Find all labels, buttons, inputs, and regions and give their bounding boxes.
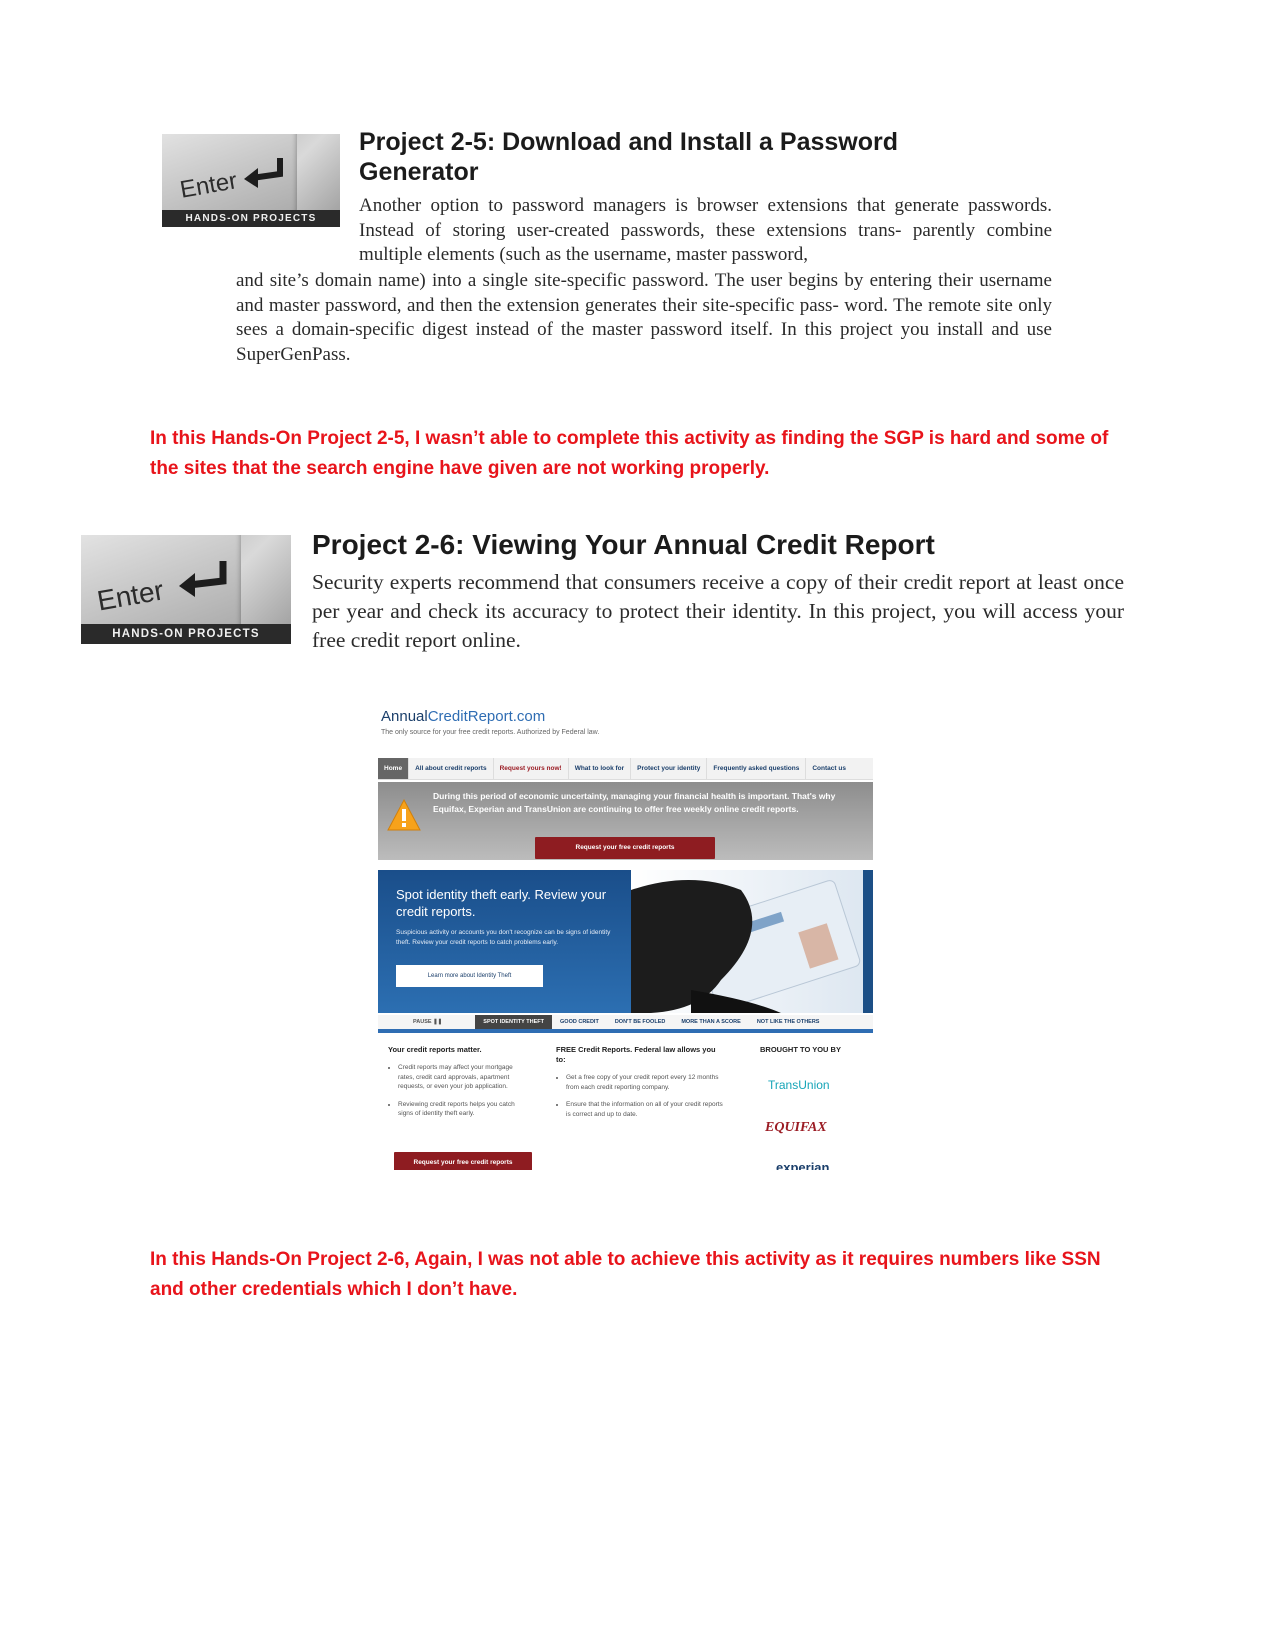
project-2-6-title: Project 2-6: Viewing Your Annual Credit … <box>312 529 935 560</box>
logo-part2: CreditReport.com <box>427 708 546 725</box>
list-item: Ensure that the information on all of yo… <box>566 1100 724 1119</box>
project-2-5-body-full: and site’s domain name) into a single si… <box>236 270 1052 365</box>
column-credit-matters: Your credit reports matter. Credit repor… <box>388 1045 528 1127</box>
alert-request-button[interactable]: Request your free credit reports <box>535 837 715 859</box>
hands-on-badge-2-6: Enter HANDS-ON PROJECTS <box>81 535 291 644</box>
gloved-hand-card-icon <box>631 870 873 1013</box>
annual-credit-report-screenshot: AnnualCreditReport.com The only source f… <box>378 700 873 1170</box>
enter-arrow-icon <box>179 561 227 597</box>
list-item: Get a free copy of your credit report ev… <box>566 1073 724 1092</box>
hero-tabs: PAUSE ❚❚ SPOT IDENTITY THEFT GOOD CREDIT… <box>378 1015 873 1033</box>
tab-good-credit[interactable]: GOOD CREDIT <box>552 1015 607 1029</box>
col2-heading: FREE Credit Reports. Federal law allows … <box>556 1045 716 1064</box>
logo-part1: Annual <box>381 708 428 725</box>
hero-text-panel: Spot identity theft early. Review your c… <box>378 870 631 1013</box>
hands-on-badge-2-5: Enter HANDS-ON PROJECTS <box>162 134 340 227</box>
nav-protect-identity[interactable]: Protect your identity <box>631 758 708 779</box>
tab-spot-identity-theft[interactable]: SPOT IDENTITY THEFT <box>475 1015 553 1029</box>
tab-pause[interactable]: PAUSE ❚❚ <box>378 1015 450 1029</box>
note-project-2-5: In this Hands-On Project 2-5, I wasn’t a… <box>150 428 1109 479</box>
nav-contact[interactable]: Contact us <box>806 758 852 779</box>
bottom-request-button[interactable]: Request your free credit reports <box>394 1152 532 1170</box>
tab-more-than-a-score[interactable]: MORE THAN A SCORE <box>673 1015 748 1029</box>
project-2-5-body-indented: Another option to password managers is b… <box>359 195 1052 265</box>
warning-icon <box>387 798 421 831</box>
site-logo[interactable]: AnnualCreditReport.com <box>381 708 545 725</box>
nav-request[interactable]: Request yours now! <box>494 758 569 779</box>
tab-dont-be-fooled[interactable]: DON'T BE FOOLED <box>607 1015 674 1029</box>
list-item: Credit reports may affect your mortgage … <box>398 1063 528 1092</box>
hero-banner: Spot identity theft early. Review your c… <box>378 870 873 1013</box>
nav-what-to-look-for[interactable]: What to look for <box>569 758 632 779</box>
nav-home[interactable]: Home <box>378 758 410 779</box>
column-brought-by: BROUGHT TO YOU BY <box>760 1045 870 1055</box>
alert-banner: During this period of economic uncertain… <box>378 782 873 860</box>
badge-caption: HANDS-ON PROJECTS <box>81 624 291 644</box>
site-tagline: The only source for your free credit rep… <box>381 729 600 736</box>
column-free-reports: FREE Credit Reports. Federal law allows … <box>556 1045 724 1127</box>
col1-heading: Your credit reports matter. <box>388 1045 482 1054</box>
hero-heading: Spot identity theft early. Review your c… <box>396 887 607 919</box>
col3-heading: BROUGHT TO YOU BY <box>760 1045 841 1054</box>
equifax-logo: EQUIFAX <box>765 1120 827 1135</box>
project-2-5-title-line2: Generator <box>359 158 479 186</box>
badge-caption: HANDS-ON PROJECTS <box>162 210 340 227</box>
transunion-logo: TransUnion <box>768 1078 830 1092</box>
project-2-5-title-line1: Project 2-5: Download and Install a Pass… <box>359 128 899 156</box>
project-2-6-body: Security experts recommend that consumer… <box>312 570 1124 652</box>
nav-faq[interactable]: Frequently asked questions <box>707 758 807 779</box>
site-nav: Home All about credit reports Request yo… <box>378 758 873 780</box>
hero-text: Suspicious activity or accounts you don'… <box>396 929 611 946</box>
nav-about[interactable]: All about credit reports <box>409 758 494 779</box>
list-item: Reviewing credit reports helps you catch… <box>398 1100 528 1119</box>
alert-message: During this period of economic uncertain… <box>433 791 836 814</box>
experian-logo: experian <box>776 1160 830 1170</box>
note-project-2-6: In this Hands-On Project 2-6, Again, I w… <box>150 1249 1101 1300</box>
hero-image <box>631 870 873 1013</box>
enter-arrow-icon <box>244 158 283 188</box>
tab-not-like-the-others[interactable]: NOT LIKE THE OTHERS <box>749 1015 828 1029</box>
learn-identity-theft-button[interactable]: Learn more about Identity Theft <box>396 965 543 987</box>
